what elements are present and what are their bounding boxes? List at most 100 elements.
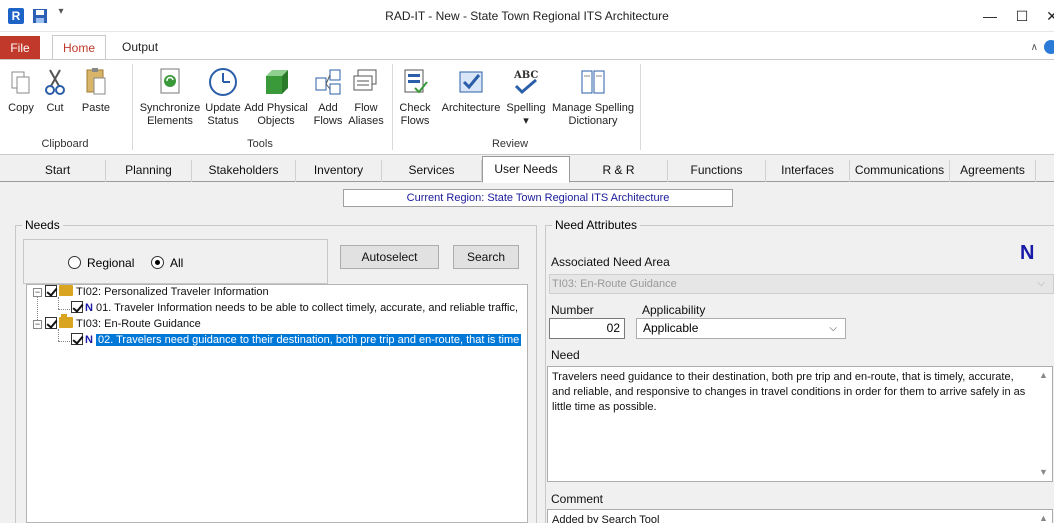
comment-label: Comment <box>551 492 604 506</box>
flowalias-label-2: Aliases <box>348 115 384 127</box>
tab-output[interactable]: Output <box>112 35 168 60</box>
ribbon-separator <box>392 64 393 150</box>
title-bar: R ▾ RAD-IT - New - State Town Regional I… <box>0 0 1054 32</box>
radio-all-circle[interactable] <box>151 256 164 269</box>
radio-regional-label: Regional <box>87 256 135 270</box>
tree-node-label: 01. Traveler Information needs to be abl… <box>95 302 519 314</box>
number-field[interactable]: 02 <box>549 318 625 339</box>
need-area-label: Associated Need Area <box>551 255 670 269</box>
tab-agreements[interactable]: Agreements <box>950 160 1036 182</box>
applicability-value: Applicable <box>643 321 699 335</box>
tab-planning[interactable]: Planning <box>106 160 192 182</box>
node-checkbox[interactable] <box>45 317 57 329</box>
flow-aliases-button[interactable]: Flow Aliases <box>346 66 386 128</box>
manage-label-1: Manage Spelling <box>552 102 634 114</box>
need-text: Travelers need guidance to their destina… <box>552 371 1026 413</box>
tab-user-needs[interactable]: User Needs <box>482 156 570 183</box>
current-region-banner: Current Region: State Town Regional ITS … <box>343 189 733 207</box>
cut-button[interactable]: Cut <box>40 66 70 115</box>
tab-inventory[interactable]: Inventory <box>296 160 382 182</box>
sync-label-1: Synchronize <box>139 102 201 114</box>
spelling-dropdown-icon[interactable]: ▾ <box>523 115 529 127</box>
synchronize-icon <box>160 68 180 94</box>
tab-communications[interactable]: Communications <box>850 160 950 182</box>
architecture-button[interactable]: Architecture <box>438 66 504 115</box>
tab-file[interactable]: File <box>0 36 40 60</box>
folder-icon <box>59 314 73 328</box>
chevron-down-icon[interactable]: ⌵ <box>829 319 837 338</box>
tab-functions[interactable]: Functions <box>668 160 766 182</box>
window-title: RAD-IT - New - State Town Regional ITS A… <box>385 9 669 23</box>
manage-spelling-dictionary-button[interactable]: Manage Spelling Dictionary <box>548 66 638 128</box>
tree-collapse-icon[interactable]: − <box>33 288 42 297</box>
need-area-select: TI03: En-Route Guidance ⌵ <box>549 274 1054 294</box>
collapse-ribbon-icon[interactable]: ∧ <box>1031 42 1038 53</box>
tree-node-label: 02. Travelers need guidance to their des… <box>95 334 522 346</box>
spelling-button[interactable]: ABC Spelling ▾ <box>504 66 548 128</box>
check-flows-button[interactable]: Check Flows <box>396 66 434 128</box>
clock-icon <box>209 68 237 96</box>
ribbon-separator <box>640 64 641 150</box>
paste-label: Paste <box>81 102 111 114</box>
tree-node-label: TI03: En-Route Guidance <box>76 318 201 330</box>
need-indicator: N <box>1020 242 1035 264</box>
add-flows-button[interactable]: Add Flows <box>312 66 344 128</box>
autoselect-button[interactable]: Autoselect <box>340 245 439 269</box>
node-checkbox[interactable] <box>71 333 83 345</box>
search-button[interactable]: Search <box>453 245 519 269</box>
main-tab-bar: Start Planning Stakeholders Inventory Se… <box>0 156 1054 183</box>
tree-node-ti03[interactable]: TI03: En-Route Guidance <box>45 314 201 331</box>
need-scrollbar[interactable]: ▲ ▼ <box>1035 367 1052 481</box>
needs-tree[interactable]: − TI02: Personalized Traveler Informatio… <box>26 284 528 523</box>
paste-button[interactable]: Paste <box>76 66 116 115</box>
checkflows-label-1: Check <box>399 102 431 114</box>
radio-all[interactable]: All <box>151 256 183 270</box>
maximize-button[interactable]: ☐ <box>1006 0 1038 32</box>
chevron-down-icon: ⌵ <box>1037 278 1045 289</box>
copy-button[interactable]: Copy <box>4 66 38 115</box>
tab-services[interactable]: Services <box>382 160 482 182</box>
addphys-label-2: Objects <box>257 115 295 127</box>
tab-start[interactable]: Start <box>10 160 106 182</box>
tools-group-label: Tools <box>247 138 273 150</box>
architecture-check-icon <box>459 71 483 93</box>
need-area-value: TI03: En-Route Guidance <box>552 278 677 290</box>
tab-r-and-r[interactable]: R & R <box>570 160 668 182</box>
sync-label-2: Elements <box>147 115 193 127</box>
tree-node-need-01[interactable]: N 01. Traveler Information needs to be ab… <box>71 301 518 315</box>
tab-stakeholders[interactable]: Stakeholders <box>192 160 296 182</box>
update-status-button[interactable]: Update Status <box>204 66 242 128</box>
tree-node-need-02[interactable]: N 02. Travelers need guidance to their de… <box>71 333 522 347</box>
scroll-up-icon[interactable]: ▲ <box>1035 510 1052 523</box>
checkflows-label-2: Flows <box>400 115 430 127</box>
copy-icon <box>11 71 30 94</box>
comment-textarea[interactable]: Added by Search Tool ▲ <box>547 509 1053 523</box>
tab-home[interactable]: Home <box>52 35 107 60</box>
update-label-2: Status <box>207 115 239 127</box>
scroll-down-icon[interactable]: ▼ <box>1035 464 1052 481</box>
minimize-button[interactable]: — <box>974 0 1006 32</box>
need-textarea[interactable]: Travelers need guidance to their destina… <box>547 366 1053 482</box>
tree-collapse-icon[interactable]: − <box>33 320 42 329</box>
radio-regional[interactable]: Regional <box>68 256 134 270</box>
synchronize-elements-button[interactable]: Synchronize Elements <box>136 66 204 128</box>
tab-interfaces[interactable]: Interfaces <box>766 160 850 182</box>
flowalias-label-1: Flow <box>354 102 378 114</box>
node-checkbox[interactable] <box>71 301 83 313</box>
tree-node-ti02[interactable]: TI02: Personalized Traveler Information <box>45 285 269 299</box>
applicability-select[interactable]: Applicable ⌵ <box>636 318 846 339</box>
help-icon[interactable] <box>1044 40 1054 54</box>
add-physical-objects-button[interactable]: Add Physical Objects <box>244 66 308 128</box>
tree-node-label: TI02: Personalized Traveler Information <box>76 286 269 298</box>
scroll-up-icon[interactable]: ▲ <box>1035 367 1052 384</box>
node-checkbox[interactable] <box>45 285 57 297</box>
close-button[interactable]: ✕ <box>1036 0 1054 32</box>
applicability-label: Applicability <box>642 303 706 317</box>
review-group-label: Review <box>491 138 529 150</box>
spelling-icon: ABC <box>513 70 538 95</box>
manage-label-2: Dictionary <box>568 115 618 127</box>
comment-scrollbar[interactable]: ▲ <box>1035 510 1052 523</box>
radio-regional-circle[interactable] <box>68 256 81 269</box>
tree-connector <box>58 309 72 310</box>
comment-text: Added by Search Tool <box>552 514 660 523</box>
